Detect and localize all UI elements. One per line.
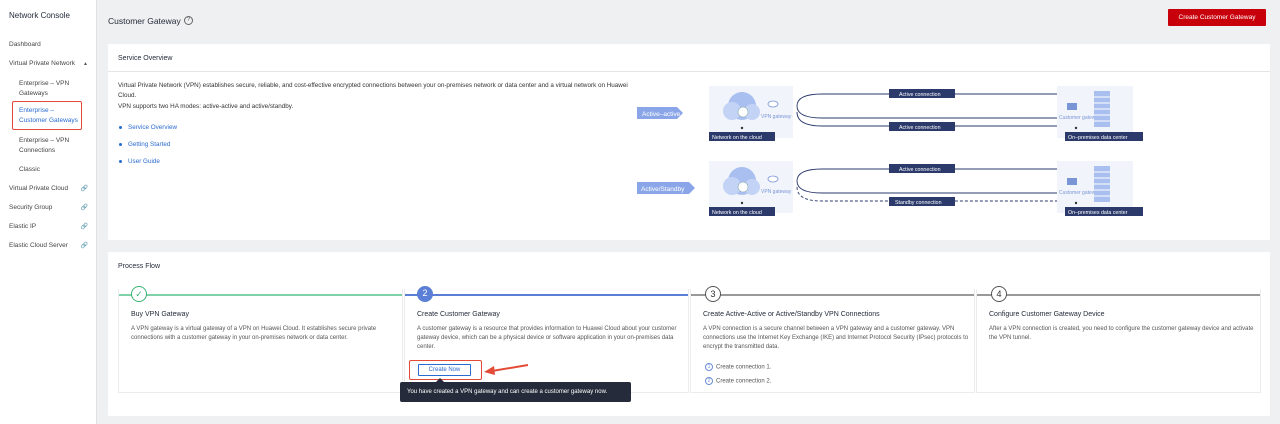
- diagram-row-active-standby: Active/Standby VPN gateway Network on th…: [637, 161, 1143, 216]
- ha-modes-diagram: Active–active VPN gateway Network on the…: [637, 86, 1143, 216]
- console-title: Network Console: [9, 11, 70, 20]
- vpn-gateway-label: VPN gateway: [761, 114, 792, 120]
- step-title: Create Customer Gateway: [417, 311, 500, 318]
- highlight-box: [12, 101, 82, 130]
- svg-text:On–premises data center: On–premises data center: [1068, 210, 1128, 216]
- sidebar-item-dashboard[interactable]: Dashboard: [9, 41, 93, 48]
- sidebar-item-security-group[interactable]: Security Group 🔗: [9, 204, 93, 211]
- external-link-icon: 🔗: [80, 224, 88, 230]
- overview-description: Virtual Private Network (VPN) establishe…: [118, 82, 628, 99]
- mode-label: Active–active: [642, 111, 681, 118]
- step-number: 4: [991, 286, 1007, 302]
- sidebar-item-label: Virtual Private Cloud: [9, 185, 69, 192]
- section-title: Process Flow: [118, 263, 161, 270]
- list-item[interactable]: 2 Create connection 2.: [705, 377, 771, 385]
- sidebar-item-vpn-connections[interactable]: Enterprise – VPN Connections: [19, 136, 81, 155]
- step-number: 3: [705, 286, 721, 302]
- vpn-gateway-icon: [767, 175, 779, 183]
- customer-gateway-icon: [1067, 103, 1077, 110]
- link-user-guide[interactable]: User Guide: [119, 158, 160, 165]
- svg-text:Active connection: Active connection: [899, 125, 941, 131]
- step-4: 4 Configure Customer Gateway Device Afte…: [976, 286, 1261, 393]
- external-link-icon: 🔗: [80, 186, 88, 192]
- external-link-icon: 🔗: [80, 243, 88, 249]
- svg-text:Standby connection: Standby connection: [895, 200, 942, 206]
- sidebar-item-label: Elastic Cloud Server: [9, 242, 68, 249]
- create-now-button[interactable]: Create Now: [418, 364, 471, 376]
- help-icon[interactable]: ?: [184, 16, 193, 25]
- page-title: Customer Gateway: [108, 16, 181, 26]
- list-item[interactable]: 1 Create connection 1.: [705, 363, 771, 371]
- link-getting-started[interactable]: Getting Started: [119, 141, 170, 148]
- svg-text:Network on the cloud: Network on the cloud: [712, 210, 762, 216]
- step-title: Configure Customer Gateway Device: [989, 311, 1105, 318]
- sidebar-item-label: Elastic IP: [9, 223, 37, 230]
- check-icon: ✓: [131, 286, 147, 302]
- step-1: ✓ Buy VPN Gateway A VPN gateway is a vir…: [118, 286, 403, 393]
- step-description: A customer gateway is a resource that pr…: [417, 326, 677, 350]
- sidebar-group-label: Virtual Private Network: [9, 60, 75, 67]
- mode-label: Active/Standby: [641, 186, 685, 193]
- sidebar-group-vpn[interactable]: Virtual Private Network ▲: [9, 60, 93, 67]
- tooltip: You have created a VPN gateway and can c…: [400, 382, 631, 402]
- step-number: 2: [417, 286, 433, 302]
- svg-text:Active connection: Active connection: [899, 167, 941, 173]
- external-link-icon: 🔗: [80, 205, 88, 211]
- chevron-up-icon: ▲: [83, 61, 88, 67]
- diagram-row-active-active: Active–active VPN gateway Network on the…: [637, 86, 1143, 141]
- step-description: A VPN connection is a secure channel bet…: [703, 326, 969, 350]
- sidebar-item-classic[interactable]: Classic: [19, 165, 81, 175]
- svg-text:Active connection: Active connection: [899, 92, 941, 98]
- step-title: Create Active-Active or Active/Standby V…: [703, 311, 880, 318]
- sidebar-item-label: Security Group: [9, 204, 53, 211]
- step-description: A VPN gateway is a virtual gateway of a …: [131, 326, 377, 341]
- vpn-gateway-icon: [767, 100, 779, 108]
- sidebar: Network Console Dashboard Virtual Privat…: [0, 0, 97, 424]
- vpn-gateway-label: VPN gateway: [761, 189, 792, 195]
- sidebar-item-eip[interactable]: Elastic IP 🔗: [9, 223, 93, 230]
- arrow-icon: [484, 364, 529, 375]
- link-service-overview[interactable]: Service Overview: [119, 124, 177, 131]
- step-3: 3 Create Active-Active or Active/Standby…: [690, 286, 975, 393]
- svg-text:Network on the cloud: Network on the cloud: [712, 135, 762, 141]
- svg-text:On–premises data center: On–premises data center: [1068, 135, 1128, 141]
- globe-icon: [737, 181, 749, 193]
- step-description: After a VPN connection is created, you n…: [989, 326, 1254, 341]
- sidebar-item-vpc[interactable]: Virtual Private Cloud 🔗: [9, 185, 93, 192]
- step-title: Buy VPN Gateway: [131, 311, 189, 318]
- create-customer-gateway-button[interactable]: Create Customer Gateway: [1168, 9, 1266, 26]
- sidebar-item-vpn-gateways[interactable]: Enterprise – VPN Gateways: [19, 79, 81, 98]
- customer-gateway-icon: [1067, 178, 1077, 185]
- globe-icon: [737, 106, 749, 118]
- sidebar-item-ecs[interactable]: Elastic Cloud Server 🔗: [9, 242, 93, 249]
- section-title: Service Overview: [118, 55, 173, 62]
- divider: [108, 71, 1270, 72]
- process-flow-card: Process Flow ✓ Buy VPN Gateway A VPN gat…: [108, 252, 1270, 416]
- overview-ha-modes: VPN supports two HA modes: active-active…: [118, 103, 294, 110]
